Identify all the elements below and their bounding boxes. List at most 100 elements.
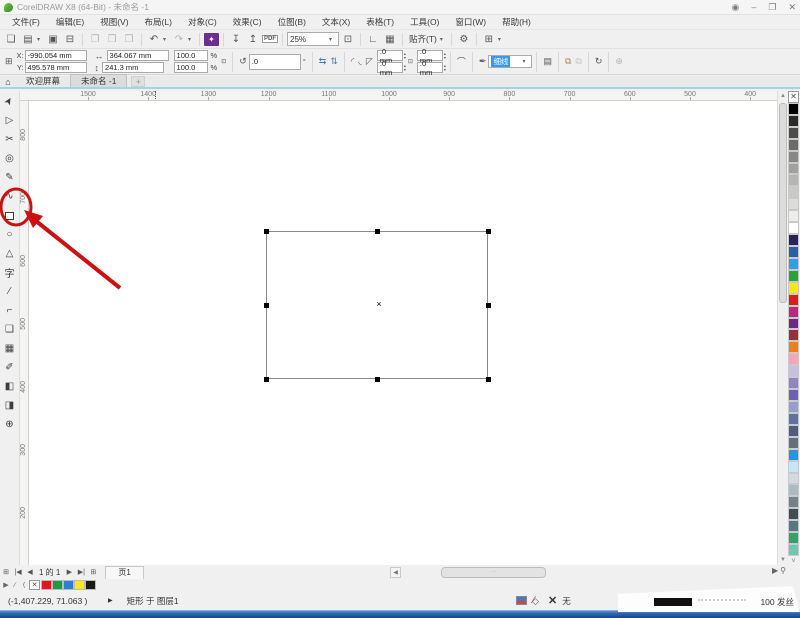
color-eyedropper-tool[interactable]: ✐ [1, 358, 19, 377]
publish-pdf-icon[interactable]: PDF [262, 35, 278, 43]
menu-item-7[interactable]: 文本(X) [314, 15, 358, 29]
open-icon[interactable]: ▤ [20, 32, 36, 47]
application-launcher-icon[interactable]: ⊞ [481, 32, 497, 47]
palette-swatch[interactable] [788, 103, 799, 115]
palette-swatch[interactable] [788, 353, 799, 365]
palette-swatch[interactable] [788, 329, 799, 341]
scale-y-field[interactable]: 100.0 [174, 62, 208, 73]
new-document-tab-button[interactable]: + [131, 76, 145, 87]
new-document-icon[interactable]: ❏ [3, 32, 19, 47]
palette-swatch[interactable] [788, 198, 799, 210]
selection-handle[interactable] [486, 377, 491, 382]
rotation-angle-field[interactable]: .0 [249, 54, 301, 70]
save-icon[interactable]: ▣ [45, 32, 61, 47]
docpal-swatch[interactable] [85, 580, 96, 590]
outline-width-combo[interactable]: 细线 ▾ [488, 55, 532, 68]
selection-handle[interactable] [264, 303, 269, 308]
crop-tool[interactable]: ✂ [1, 130, 19, 149]
palette-swatch[interactable] [788, 163, 799, 175]
open-dropdown-caret[interactable]: ▾ [37, 36, 44, 43]
link-icon[interactable]: ⧉ [563, 56, 573, 67]
corner-radius-br-field[interactable]: .0 mm [417, 62, 443, 73]
wrap-text-icon[interactable]: ▤ [541, 56, 554, 67]
palette-swatch[interactable] [788, 389, 799, 401]
undo-icon[interactable]: ↶ [146, 32, 162, 47]
document-color-settings-icon[interactable] [516, 596, 527, 605]
show-grid-icon[interactable]: ▦ [382, 32, 398, 47]
palette-swatch[interactable] [788, 449, 799, 461]
palette-swatch[interactable] [788, 532, 799, 544]
docpal-pen-icon[interactable]: ∕ [11, 582, 19, 589]
scalloped-corner-icon[interactable]: ◟ [356, 56, 364, 67]
menu-item-6[interactable]: 位图(B) [270, 15, 314, 29]
selection-handle[interactable] [486, 303, 491, 308]
palette-swatch[interactable] [788, 174, 799, 186]
search-content-icon[interactable]: ✦ [204, 33, 219, 46]
account-icon[interactable]: ◉ [732, 2, 740, 13]
docpal-swatch[interactable] [41, 580, 52, 590]
menu-item-5[interactable]: 效果(C) [225, 15, 270, 29]
page-1-tab[interactable]: 页1 [105, 566, 143, 579]
print-icon[interactable]: ⊟ [62, 32, 78, 47]
cut-icon[interactable]: ❐ [87, 32, 103, 47]
last-page-button[interactable]: ▶| [75, 568, 87, 576]
scroll-left-icon[interactable]: ◀ [390, 567, 401, 578]
drawing-canvas[interactable]: × [29, 101, 777, 565]
fill-status-icon[interactable]: ◇∕ [532, 596, 543, 606]
palette-swatch[interactable] [788, 544, 799, 556]
palette-no-color-swatch[interactable]: ✕ [788, 91, 799, 103]
snap-to-caret[interactable]: ▾ [440, 36, 447, 43]
selection-handle[interactable] [375, 377, 380, 382]
vertical-scrollbar[interactable]: ▲ ▼ [777, 91, 787, 565]
redo-dropdown-caret[interactable]: ▾ [188, 36, 195, 43]
menu-item-3[interactable]: 布局(L) [137, 15, 180, 29]
undo-dropdown-caret[interactable]: ▾ [163, 36, 170, 43]
paste-icon[interactable]: ❐ [121, 32, 137, 47]
x-position-field[interactable]: -990.054 mm [25, 50, 87, 61]
palette-swatch[interactable] [788, 127, 799, 139]
round-corner-icon[interactable]: ◜ [349, 56, 357, 67]
drop-shadow-tool[interactable]: ❑ [1, 320, 19, 339]
docpal-swatch[interactable] [52, 580, 63, 590]
scale-x-field[interactable]: 100.0 [174, 50, 208, 61]
shape-tool[interactable]: ▷ [1, 111, 19, 130]
vertical-ruler[interactable]: 800700600500400300200 [20, 101, 29, 565]
y-position-field[interactable]: 495.578 mm [25, 62, 87, 73]
palette-swatch[interactable] [788, 425, 799, 437]
mirror-horizontal-icon[interactable]: ⇆ [317, 56, 329, 67]
previous-page-button[interactable]: ◀ [24, 568, 36, 576]
status-expand-icon[interactable]: ▶ [108, 597, 113, 604]
selected-rectangle-shape[interactable]: × [266, 231, 488, 379]
snap-to-label[interactable]: 贴齐(T) [407, 33, 439, 45]
zoom-level-combo[interactable]: 25% ▾ [287, 32, 339, 46]
horizontal-ruler[interactable]: 1500140013001200110010009008007006005004… [20, 91, 778, 101]
palette-swatch[interactable] [788, 461, 799, 473]
docpal-flyout-icon[interactable]: ▶ [2, 581, 10, 589]
palette-swatch[interactable] [788, 473, 799, 485]
menu-item-4[interactable]: 对象(C) [180, 15, 225, 29]
connector-tool[interactable]: ⌐ [1, 301, 19, 320]
corner-radius-bl-field[interactable]: .0 mm [377, 62, 403, 73]
text-tool[interactable]: 字 [1, 263, 19, 282]
restore-button[interactable]: ❐ [768, 2, 776, 13]
freehand-tool[interactable]: ✎ [1, 168, 19, 187]
object-width-field[interactable]: 364.067 mm [107, 50, 169, 61]
unlink-icon[interactable]: ⧉ [573, 56, 583, 67]
launcher-caret[interactable]: ▾ [498, 36, 505, 43]
palette-swatch[interactable] [788, 139, 799, 151]
menu-item-8[interactable]: 表格(T) [358, 15, 402, 29]
palette-swatch[interactable] [788, 484, 799, 496]
propbar-more-icon[interactable]: ⊕ [613, 56, 625, 67]
selection-handle[interactable] [264, 377, 269, 382]
menu-item-0[interactable]: 文件(F) [4, 15, 48, 29]
palette-swatch[interactable] [788, 210, 799, 222]
palette-swatch[interactable] [788, 496, 799, 508]
palette-swatch[interactable] [788, 115, 799, 127]
palette-swatch[interactable] [788, 508, 799, 520]
palette-swatch[interactable] [788, 365, 799, 377]
copy-icon[interactable]: ❐ [104, 32, 120, 47]
lock-ratio-icon[interactable]: ⊡ [219, 58, 228, 65]
minimize-button[interactable]: – [751, 2, 756, 12]
lock-corners-icon[interactable]: ⊡ [406, 58, 415, 65]
palette-swatch[interactable] [788, 520, 799, 532]
